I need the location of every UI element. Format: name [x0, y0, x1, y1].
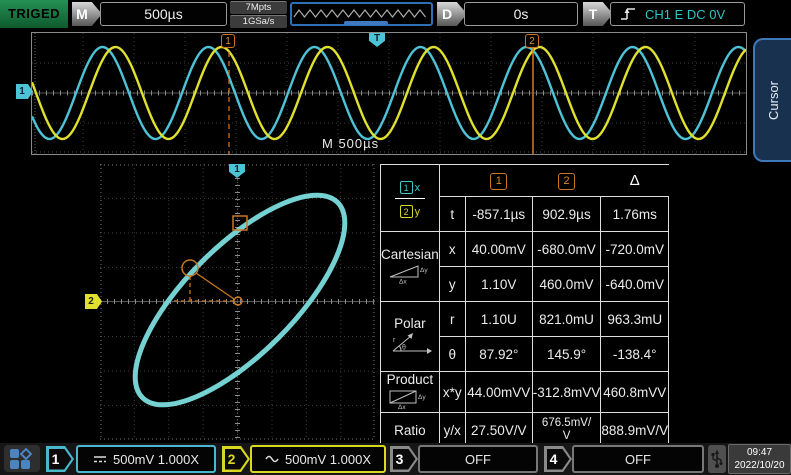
usb-indicator	[708, 445, 726, 473]
ch4-settings[interactable]: OFF	[572, 445, 704, 473]
timebase-readout: M 500µs	[322, 136, 379, 151]
m-timebase-badge[interactable]: M	[72, 2, 102, 26]
cursor2-handle[interactable]: 2	[525, 34, 539, 48]
ch3-settings[interactable]: OFF	[418, 445, 538, 473]
d-delay-badge[interactable]: D	[437, 2, 467, 26]
header-cursor1: 1	[465, 165, 532, 197]
table-row-r: Polar r θ r1.10U 821.0mU963.3mU	[381, 302, 669, 337]
xy-canvas	[100, 164, 375, 440]
trigger-settings-box[interactable]: CH1 E DC 0V	[610, 2, 745, 26]
header-delta: Δ	[601, 165, 669, 197]
timebase-value[interactable]: 500µs	[100, 2, 227, 26]
cursor-menu-tab[interactable]: Cursor	[753, 38, 791, 162]
header-var-spacer	[439, 165, 465, 197]
t-trigger-badge[interactable]: T	[583, 2, 613, 26]
svg-text:Δy: Δy	[420, 267, 428, 274]
clock-display: 09:47 2022/10/20	[728, 444, 791, 474]
ch1-settings[interactable]: 500mV 1.000X	[76, 445, 216, 473]
group-cartesian: Cartesian Δy Δx	[381, 232, 440, 302]
apps-icon	[8, 448, 36, 470]
cartesian-icon: Δy Δx	[387, 262, 433, 284]
ch4-badge[interactable]: 4	[544, 446, 572, 472]
time-text: 09:47	[729, 447, 790, 460]
oscilloscope-screen: TRIGED M 500µs 7Mpts 1GSa/s D 0s T CH1 E…	[0, 0, 791, 475]
usb-icon	[711, 448, 723, 470]
svg-text:r: r	[393, 337, 396, 344]
group-product: Product Δy Δx	[381, 372, 440, 413]
ch4-settings-text: OFF	[625, 452, 651, 467]
memory-depth: 7Mpts	[230, 1, 287, 14]
header-cursor2: 2	[532, 165, 601, 197]
table-row-product: Product Δy Δx x*y44.00mVV -312.8mVV460.8…	[381, 372, 669, 413]
ch2-settings-text: 500mV 1.000X	[285, 452, 371, 467]
trigger-settings-text: CH1 E DC 0V	[645, 7, 725, 22]
apps-menu-button[interactable]	[4, 445, 40, 472]
xy-display	[100, 164, 375, 440]
group-polar: Polar r θ	[381, 302, 440, 372]
waveform-display	[31, 32, 747, 155]
cursor1-handle[interactable]: 1	[221, 34, 235, 48]
polar-icon: r θ	[387, 331, 433, 355]
ch2-settings[interactable]: 500mV 1.000X	[250, 445, 386, 473]
table-corner-cell: 1x 2y	[381, 165, 440, 232]
preview-window-notch[interactable]	[344, 21, 388, 25]
ch1-badge[interactable]: 1	[46, 446, 74, 472]
rising-edge-icon	[619, 6, 637, 22]
cursor-measurement-table: 1x 2y 1 2 Δ t-857.1µs 902.9µs1.76ms Cart…	[380, 164, 669, 448]
ac-coupling-icon	[265, 454, 279, 464]
ch3-badge[interactable]: 3	[390, 446, 418, 472]
product-icon: Δy Δx	[387, 387, 433, 409]
sample-rate: 1GSa/s	[230, 15, 287, 28]
svg-text:θ: θ	[402, 344, 406, 351]
trigger-status-badge: TRIGED	[0, 0, 68, 28]
cursor-tab-label: Cursor	[766, 80, 781, 119]
delay-value[interactable]: 0s	[464, 2, 578, 26]
ch3-settings-text: OFF	[465, 452, 491, 467]
ch1-settings-text: 500mV 1.000X	[113, 452, 199, 467]
svg-text:Δx: Δx	[399, 278, 407, 284]
table-row-x: Cartesian Δy Δx x40.00mV -680.0mV-720.0m…	[381, 232, 669, 267]
ch2-badge[interactable]: 2	[222, 446, 250, 472]
waveform-canvas	[32, 33, 746, 154]
dc-coupling-icon	[93, 454, 107, 464]
svg-text:Δx: Δx	[398, 404, 406, 409]
svg-text:Δy: Δy	[418, 394, 426, 401]
date-text: 2022/10/20	[729, 460, 790, 473]
acquisition-preview-strip[interactable]	[290, 2, 433, 26]
